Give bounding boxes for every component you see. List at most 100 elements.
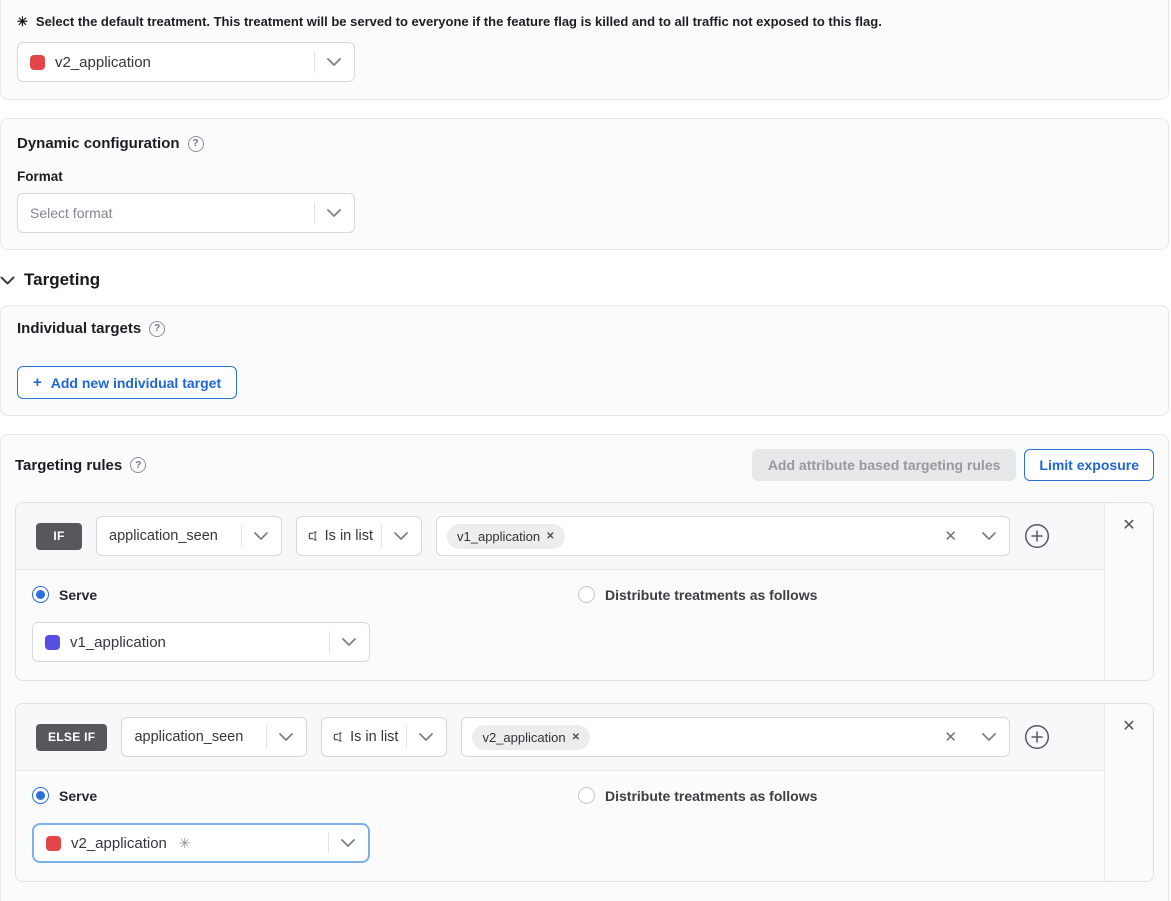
treatment-color-swatch [30, 55, 45, 70]
values-multiselect[interactable]: v1_application ✕ ✕ [436, 516, 1010, 556]
chevron-down-icon[interactable] [381, 517, 421, 555]
chevron-down-icon[interactable] [314, 194, 354, 232]
matcher-select[interactable]: Is in list [321, 717, 447, 757]
chip-remove-icon[interactable]: ✕ [546, 531, 554, 542]
default-treatment-note: ✳ Select the default treatment. This tre… [1, 0, 1168, 30]
limit-exposure-button[interactable]: Limit exposure [1024, 449, 1154, 481]
rule-main: IF application_seen Is in list [16, 503, 1104, 680]
attribute-label: application_seen [109, 528, 218, 544]
targeting-section-toggle[interactable]: Targeting [0, 270, 1169, 290]
add-individual-target-button[interactable]: + Add new individual target [17, 366, 237, 399]
targeting-rule-1: IF application_seen Is in list [15, 502, 1154, 681]
add-attribute-rules-button[interactable]: Add attribute based targeting rules [752, 449, 1017, 481]
format-select-value[interactable]: Select format [18, 194, 314, 232]
serve-radio[interactable] [32, 787, 49, 804]
chevron-down-icon[interactable] [266, 718, 306, 756]
chevron-down-icon[interactable] [241, 517, 281, 555]
help-icon[interactable]: ? [188, 136, 204, 152]
serve-treatment-select[interactable]: v1_application [32, 622, 370, 662]
format-select[interactable]: Select format [17, 193, 355, 233]
chevron-down-icon[interactable] [969, 733, 1009, 741]
distribute-label: Distribute treatments as follows [605, 788, 817, 804]
rule-condition-row: ELSE IF application_seen Is in list [16, 704, 1104, 771]
plus-icon: + [33, 374, 42, 391]
serve-treatment-label: v1_application [70, 634, 166, 651]
circle-plus-icon [1024, 724, 1050, 750]
clear-values-icon[interactable]: ✕ [932, 728, 969, 746]
values-multiselect[interactable]: v2_application ✕ ✕ [461, 717, 1010, 757]
individual-targets-card: Individual targets ? + Add new individua… [0, 305, 1169, 416]
default-treatment-select-value[interactable]: v2_application [18, 43, 314, 81]
value-chip-label: v1_application [457, 529, 540, 544]
serve-treatment-value[interactable]: v1_application [33, 623, 329, 661]
default-treatment-card: ✳ Select the default treatment. This tre… [0, 0, 1169, 100]
circle-plus-icon [1024, 523, 1050, 549]
value-chip: v1_application ✕ [447, 524, 565, 549]
distribute-label: Distribute treatments as follows [605, 587, 817, 603]
help-icon[interactable]: ? [149, 321, 165, 337]
treatment-color-swatch [45, 635, 60, 650]
treatment-color-swatch [46, 836, 61, 851]
format-placeholder: Select format [30, 205, 112, 221]
attribute-select[interactable]: application_seen [121, 717, 307, 757]
individual-targets-title: Individual targets [17, 320, 141, 337]
matcher-label: Is in list [350, 729, 398, 745]
format-label: Format [17, 169, 1152, 184]
serve-radio[interactable] [32, 586, 49, 603]
rule-condition-row: IF application_seen Is in list [16, 503, 1104, 570]
clear-values-icon[interactable]: ✕ [932, 527, 969, 545]
serve-treatment-select[interactable]: v2_application ✳ [32, 823, 370, 863]
page: ✳ Select the default treatment. This tre… [0, 0, 1171, 901]
rule-keyword-badge: IF [36, 523, 82, 550]
targeting-rules-card: Targeting rules ? Add attribute based ta… [0, 434, 1169, 901]
targeting-rules-title: Targeting rules [15, 457, 122, 474]
matcher-label: Is in list [325, 528, 373, 544]
default-treatment-select[interactable]: v2_application [17, 42, 355, 82]
targeting-rule-2: ELSE IF application_seen Is in list [15, 703, 1154, 882]
distribute-radio[interactable] [578, 787, 595, 804]
chevron-down-icon[interactable] [969, 532, 1009, 540]
matcher-select-value[interactable]: Is in list [297, 517, 381, 555]
dynamic-configuration-title: Dynamic configuration [17, 135, 180, 152]
remove-rule-button[interactable]: ✕ [1122, 719, 1135, 735]
required-asterisk-icon: ✳ [17, 14, 28, 30]
add-condition-button[interactable] [1024, 523, 1050, 549]
default-treatment-marker-icon: ✳ [179, 835, 191, 852]
rule-close-column: ✕ [1104, 704, 1153, 881]
chip-remove-icon[interactable]: ✕ [572, 732, 580, 743]
string-matcher-icon [332, 728, 344, 746]
chevron-down-icon[interactable] [406, 718, 446, 756]
chevron-down-icon[interactable] [314, 43, 354, 81]
targeting-title: Targeting [24, 270, 100, 290]
default-treatment-body: v2_application [1, 30, 1168, 99]
matcher-select-value[interactable]: Is in list [322, 718, 406, 756]
rule-serve-section: Serve Distribute treatments as follows v… [16, 570, 1104, 680]
dynamic-configuration-card: Dynamic configuration ? Format Select fo… [0, 118, 1169, 250]
attribute-select-value[interactable]: application_seen [97, 517, 241, 555]
chevron-down-icon[interactable] [328, 825, 368, 861]
serve-treatment-label: v2_application [71, 835, 167, 852]
remove-rule-button[interactable]: ✕ [1122, 518, 1135, 534]
rule-serve-section: Serve Distribute treatments as follows v… [16, 771, 1104, 881]
attribute-select[interactable]: application_seen [96, 516, 282, 556]
chevron-down-icon[interactable] [329, 623, 369, 661]
value-chip: v2_application ✕ [472, 725, 590, 750]
add-condition-button[interactable] [1024, 724, 1050, 750]
targeting-rules-header: Targeting rules ? Add attribute based ta… [15, 449, 1154, 481]
default-treatment-label: v2_application [55, 54, 151, 71]
serve-label: Serve [59, 788, 97, 804]
default-treatment-note-text: Select the default treatment. This treat… [36, 14, 882, 29]
chevron-down-icon [0, 276, 15, 285]
value-chip-label: v2_application [482, 730, 565, 745]
matcher-select[interactable]: Is in list [296, 516, 422, 556]
add-individual-target-label: Add new individual target [51, 375, 221, 391]
attribute-select-value[interactable]: application_seen [122, 718, 266, 756]
serve-label: Serve [59, 587, 97, 603]
string-matcher-icon [307, 527, 319, 545]
rule-keyword-badge: ELSE IF [36, 724, 107, 751]
help-icon[interactable]: ? [130, 457, 146, 473]
serve-treatment-value[interactable]: v2_application ✳ [34, 825, 328, 861]
attribute-label: application_seen [134, 729, 243, 745]
rule-main: ELSE IF application_seen Is in list [16, 704, 1104, 881]
distribute-radio[interactable] [578, 586, 595, 603]
